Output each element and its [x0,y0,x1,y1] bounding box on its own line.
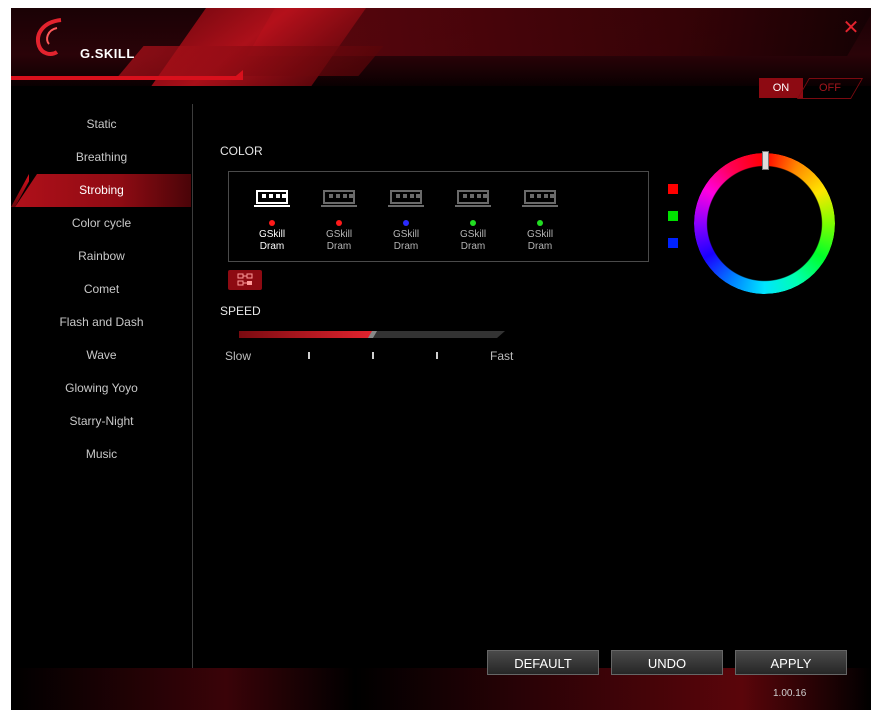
device-color-dot [403,220,409,226]
sidebar-item-starry-night[interactable]: Starry-Night [11,405,192,438]
toggle-off[interactable]: OFF [796,78,864,99]
device-color-dot [336,220,342,226]
sync-devices-button[interactable] [228,270,262,290]
ram-icon [522,190,558,207]
speed-section-label: SPEED [220,304,261,318]
logo-text: G.SKILL [80,46,135,61]
sidebar-item-wave[interactable]: Wave [11,339,192,372]
sidebar-item-comet[interactable]: Comet [11,273,192,306]
ram-icon [388,190,424,207]
device-name: GSkill [526,229,554,240]
device-color-dot [537,220,543,226]
default-button[interactable]: DEFAULT [487,650,599,675]
app-window: G.SKILL ✕ ON OFF Static Breathing Strobi… [11,8,871,710]
device-color-dot [470,220,476,226]
ram-icon [455,190,491,207]
device-type: Dram [460,241,486,252]
color-wheel-handle[interactable] [762,151,769,170]
sidebar-item-flash-and-dash[interactable]: Flash and Dash [11,306,192,339]
speed-tick [436,352,438,359]
undo-button[interactable]: UNDO [611,650,723,675]
close-icon[interactable]: ✕ [841,18,861,38]
device-list: GSkill Dram GSkill Dram GSkill Dram GSki… [228,171,649,262]
version-label: 1.00.16 [773,688,807,699]
device-item[interactable]: GSkill Dram [314,186,364,253]
ram-icon [254,190,290,207]
speed-slider[interactable] [239,331,505,338]
toggle-on[interactable]: ON [759,78,803,98]
device-name: GSkill [258,229,286,240]
sidebar-item-music[interactable]: Music [11,438,192,471]
sidebar-item-glowing-yoyo[interactable]: Glowing Yoyo [11,372,192,405]
apply-button[interactable]: APPLY [735,650,847,675]
device-type: Dram [393,241,419,252]
device-type: Dram [259,241,285,252]
blue-swatch[interactable] [668,238,678,248]
device-type: Dram [326,241,352,252]
device-item[interactable]: GSkill Dram [381,186,431,253]
speed-fast-label: Fast [490,349,514,363]
color-section-label: COLOR [220,144,263,158]
device-color-dot [269,220,275,226]
sidebar-item-breathing[interactable]: Breathing [11,141,192,174]
sidebar-item-color-cycle[interactable]: Color cycle [11,207,192,240]
sidebar-item-strobing[interactable]: Strobing [11,174,192,207]
link-icon [237,273,253,286]
speed-slow-label: Slow [225,349,252,363]
device-name: GSkill [459,229,487,240]
green-swatch[interactable] [668,211,678,221]
device-name: GSkill [325,229,353,240]
mode-sidebar: Static Breathing Strobing Color cycle Ra… [11,108,194,698]
device-item[interactable]: GSkill Dram [515,186,565,253]
speed-tick [308,352,310,359]
gskill-logo: G.SKILL [33,16,135,64]
device-item[interactable]: GSkill Dram [448,186,498,253]
power-toggle[interactable]: ON OFF [759,78,864,99]
ram-icon [321,190,357,207]
device-name: GSkill [392,229,420,240]
color-wheel[interactable] [694,153,835,294]
header: G.SKILL [11,8,871,86]
device-type: Dram [527,241,553,252]
toggle-off-label: OFF [819,82,841,94]
sidebar-item-rainbow[interactable]: Rainbow [11,240,192,273]
red-swatch[interactable] [668,184,678,194]
speed-tick [372,352,374,359]
speed-slider-fill [239,331,372,338]
sidebar-item-static[interactable]: Static [11,108,192,141]
device-item[interactable]: GSkill Dram [247,186,297,253]
